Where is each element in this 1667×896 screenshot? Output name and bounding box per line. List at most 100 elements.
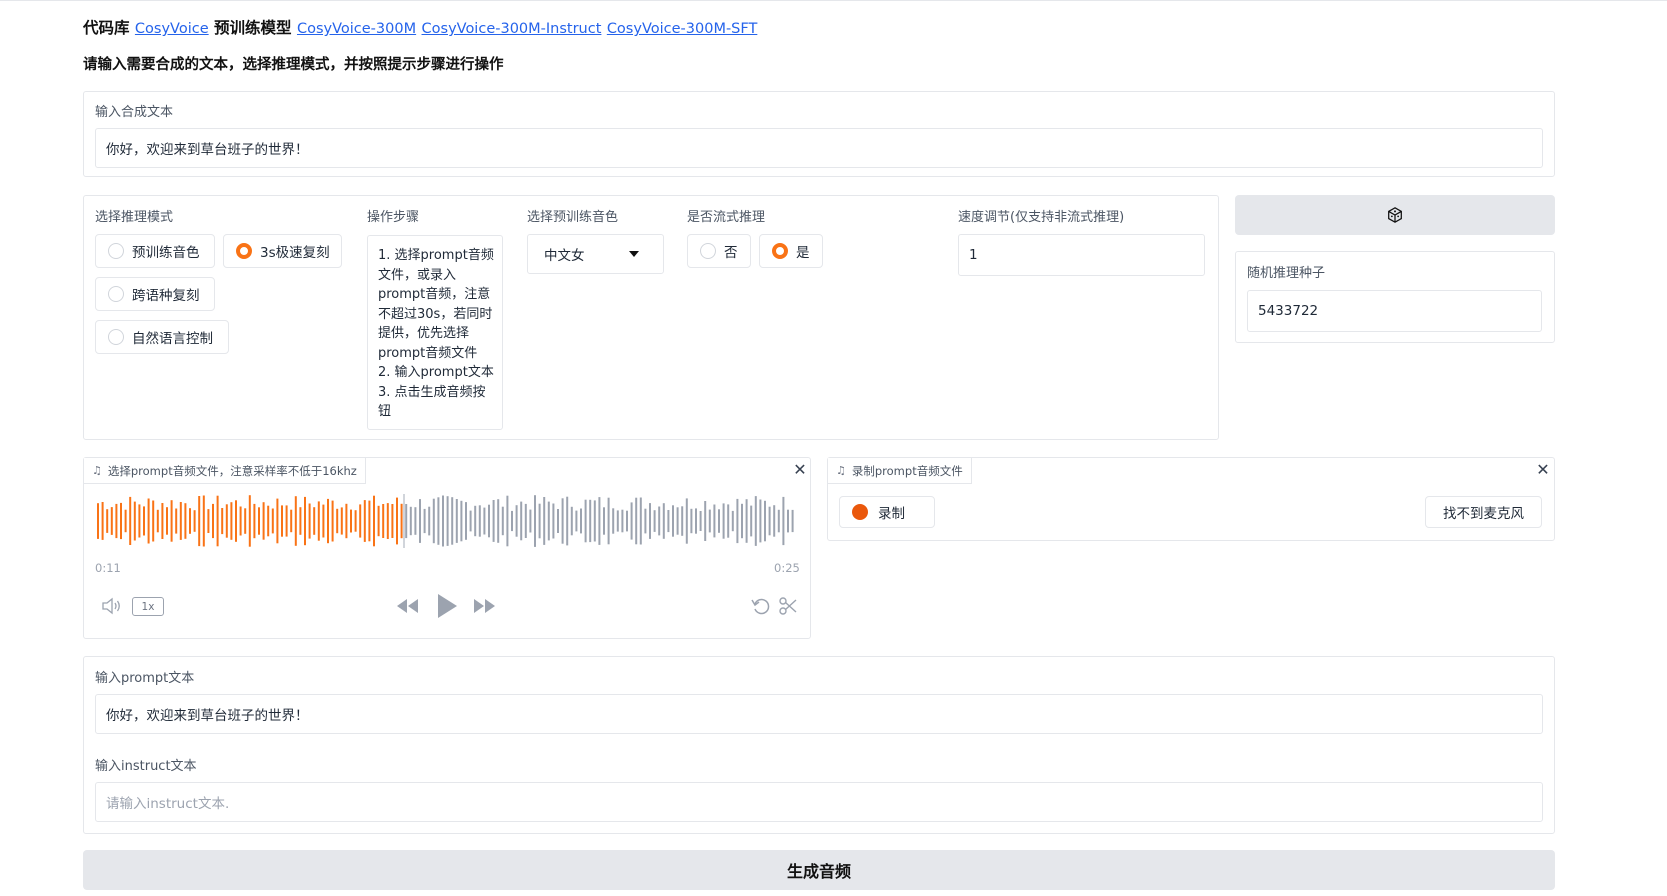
rewind-icon[interactable]: [396, 597, 420, 615]
model-link-300m-sft[interactable]: CosyVoice-300M-SFT: [607, 21, 758, 37]
waveform-bar: [708, 509, 711, 533]
waveform-bar: [313, 507, 316, 535]
waveform-bar: [428, 506, 431, 536]
tts-text-label: 输入合成文本: [95, 105, 174, 120]
mode-option-instruct[interactable]: 自然语言控制: [95, 320, 229, 354]
tts-text-input[interactable]: 你好，欢迎来到草台班子的世界！: [95, 128, 1543, 168]
mode-option-cross-lingual[interactable]: 跨语种复刻: [95, 277, 215, 311]
waveform-bar: [258, 507, 260, 535]
waveform-bar: [152, 500, 155, 542]
waveform-bar: [221, 508, 224, 535]
random-seed-button[interactable]: [1235, 195, 1555, 235]
mode-option-3s-clone[interactable]: 3s极速复刻: [223, 234, 342, 268]
waveform-bar: [308, 503, 311, 539]
instruct-text-input[interactable]: 请输入instruct文本.: [95, 782, 1543, 822]
waveform-bar: [754, 496, 757, 546]
audio-waveform[interactable]: [95, 494, 795, 548]
waveform-bar: [419, 499, 421, 543]
waveform-bar: [534, 495, 536, 547]
speaker-dropdown[interactable]: 中文女: [527, 234, 664, 274]
waveform-bar: [768, 506, 771, 536]
waveform-bar: [409, 506, 412, 536]
waveform-bar: [267, 505, 270, 537]
model-link-300m[interactable]: CosyVoice-300M: [297, 21, 416, 37]
waveform-bar: [777, 509, 780, 533]
waveform-bar: [294, 496, 297, 546]
mode-option-label: 跨语种复刻: [132, 288, 200, 304]
waveform-bar: [759, 499, 762, 543]
waveform-bar: [557, 509, 559, 533]
waveform-bar: [184, 503, 187, 539]
repo-link[interactable]: CosyVoice: [135, 21, 209, 37]
close-icon[interactable]: ✕: [790, 459, 810, 479]
record-button[interactable]: 录制: [839, 496, 935, 528]
waveform-bar: [156, 509, 159, 533]
waveform-bar: [304, 496, 306, 546]
waveform-bar: [120, 502, 122, 540]
volume-icon[interactable]: [100, 596, 124, 616]
playback-rate-button[interactable]: 1x: [132, 597, 164, 616]
waveform-bar: [695, 508, 697, 534]
playhead[interactable]: [403, 494, 405, 548]
waveform-bar: [230, 502, 233, 540]
waveform-bar: [363, 500, 366, 542]
waveform-bar: [713, 504, 716, 538]
waveform-bar: [138, 504, 141, 538]
waveform-bar: [110, 507, 113, 535]
waveform-bar: [216, 495, 219, 547]
record-label: 录制prompt音频文件: [851, 463, 963, 478]
undo-icon[interactable]: [750, 596, 772, 616]
waveform-bar: [483, 507, 486, 535]
record-dot-icon: [852, 504, 868, 520]
waveform-bar: [276, 498, 279, 544]
music-note-icon: ♫: [836, 464, 846, 477]
waveform-bar: [635, 497, 638, 545]
close-icon[interactable]: ✕: [1533, 459, 1553, 479]
waveform-bar: [175, 508, 178, 534]
waveform-bar: [575, 510, 578, 532]
waveform-bar: [672, 505, 674, 537]
seed-input[interactable]: 5433722: [1247, 290, 1542, 332]
mode-option-pretrained[interactable]: 预训练音色: [95, 234, 215, 268]
models-label: 预训练模型: [214, 19, 292, 37]
waveform-bar: [106, 509, 109, 533]
waveform-bar: [193, 510, 196, 532]
waveform-bar: [511, 510, 513, 532]
waveform-bar: [561, 498, 564, 544]
waveform-bar: [718, 509, 720, 533]
fast-forward-icon[interactable]: [472, 597, 496, 615]
stream-option-yes[interactable]: 是: [759, 234, 823, 268]
waveform-bar: [570, 506, 573, 536]
prompt-text-input[interactable]: 你好，欢迎来到草台班子的世界！: [95, 694, 1543, 734]
waveform-bar: [501, 506, 504, 536]
waveform-bar: [451, 497, 454, 545]
waveform-bar: [166, 507, 168, 535]
instruction-text: 请输入需要合成的文本，选择推理模式，并按照提示步骤进行操作: [83, 57, 504, 73]
speed-input[interactable]: 1: [958, 234, 1205, 276]
waveform-bar: [179, 502, 182, 540]
waveform-bar: [460, 500, 463, 542]
waveform-bar: [161, 503, 164, 539]
waveform-bar: [478, 505, 481, 537]
scissors-icon[interactable]: [778, 596, 798, 616]
waveform-bar: [741, 503, 743, 539]
mic-not-found-button[interactable]: 找不到麦克风: [1425, 496, 1542, 528]
waveform-bar: [593, 500, 596, 542]
waveform-bar: [225, 504, 228, 538]
waveform-bar: [198, 496, 201, 547]
generate-audio-button[interactable]: 生成音频: [83, 850, 1555, 890]
duration-time: 0:25: [774, 561, 800, 575]
waveform-bar: [727, 504, 730, 538]
chevron-down-icon: [629, 251, 639, 257]
waveform-bar: [736, 498, 739, 544]
model-link-300m-instruct[interactable]: CosyVoice-300M-Instruct: [422, 21, 602, 37]
waveform-bar: [474, 505, 477, 537]
waveform-bar: [446, 496, 449, 546]
waveform-bar: [676, 507, 679, 535]
waveform-bar: [290, 509, 293, 533]
waveform-bar: [538, 503, 541, 539]
step-1: 1. 选择prompt音频文件，或录入prompt音频，注意不超过30s，若同时…: [378, 248, 494, 361]
play-icon[interactable]: [435, 592, 459, 620]
stream-option-no[interactable]: 否: [687, 234, 751, 268]
waveform-bar: [566, 496, 569, 546]
